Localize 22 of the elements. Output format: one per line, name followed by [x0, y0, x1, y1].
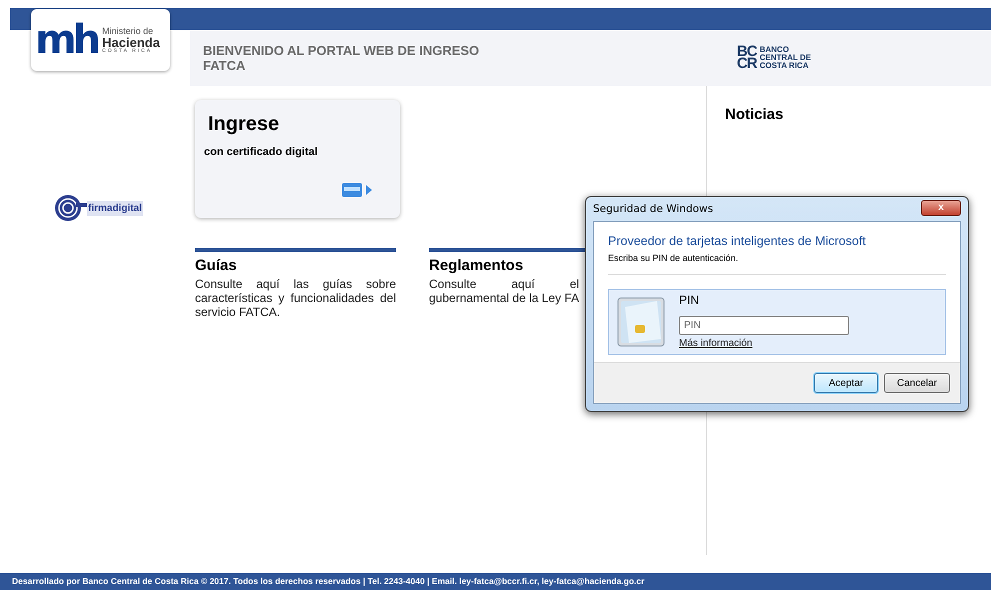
more-info-link[interactable]: Más información [679, 336, 849, 352]
footer-text: Desarrollado por Banco Central de Costa Rica © 2017. Todos los derechos reservados | Tel. 2243-4040 | Email. ley-fatca@bccr.fi.cr, ley-fatca@hacienda.go.cr [12, 575, 644, 588]
credential-tile[interactable]: PIN PIN Más información [608, 289, 946, 356]
page-title: BIENVENIDO AL PORTAL WEB DE INGRESO FATCA [203, 43, 480, 73]
signature-logo: firmadigital [54, 194, 190, 222]
card-subtitle: con certificado digital [204, 145, 319, 160]
smart-card-icon [617, 297, 665, 348]
dialog-subheading: Escriba su PIN de autenticación. [608, 252, 740, 265]
login-card[interactable]: Ingrese con certificado digital [195, 100, 400, 218]
section-text: Consulte aquí las guías sobre características y funcionalidades del servicio FATCA. [195, 277, 396, 319]
pin-field[interactable]: PIN [679, 316, 849, 336]
dialog-button[interactable]: Cancelar [884, 373, 950, 393]
card-title: Ingrese [208, 114, 280, 134]
pin-label: PIN [679, 293, 700, 308]
section-title: Reglamentos [429, 256, 524, 276]
dialog-heading: Proveedor de tarjetas inteligentes de Microsoft [608, 233, 867, 250]
section-text: Consulte aquí el gubernamental de la Ley FA [429, 277, 580, 305]
dialog-button[interactable]: Aceptar [814, 373, 878, 393]
card-arrow-icon [341, 181, 373, 199]
section-title: Guías [195, 256, 237, 276]
dialog-title: Seguridad de Windows [593, 202, 714, 218]
news-title: Noticias [725, 105, 784, 125]
